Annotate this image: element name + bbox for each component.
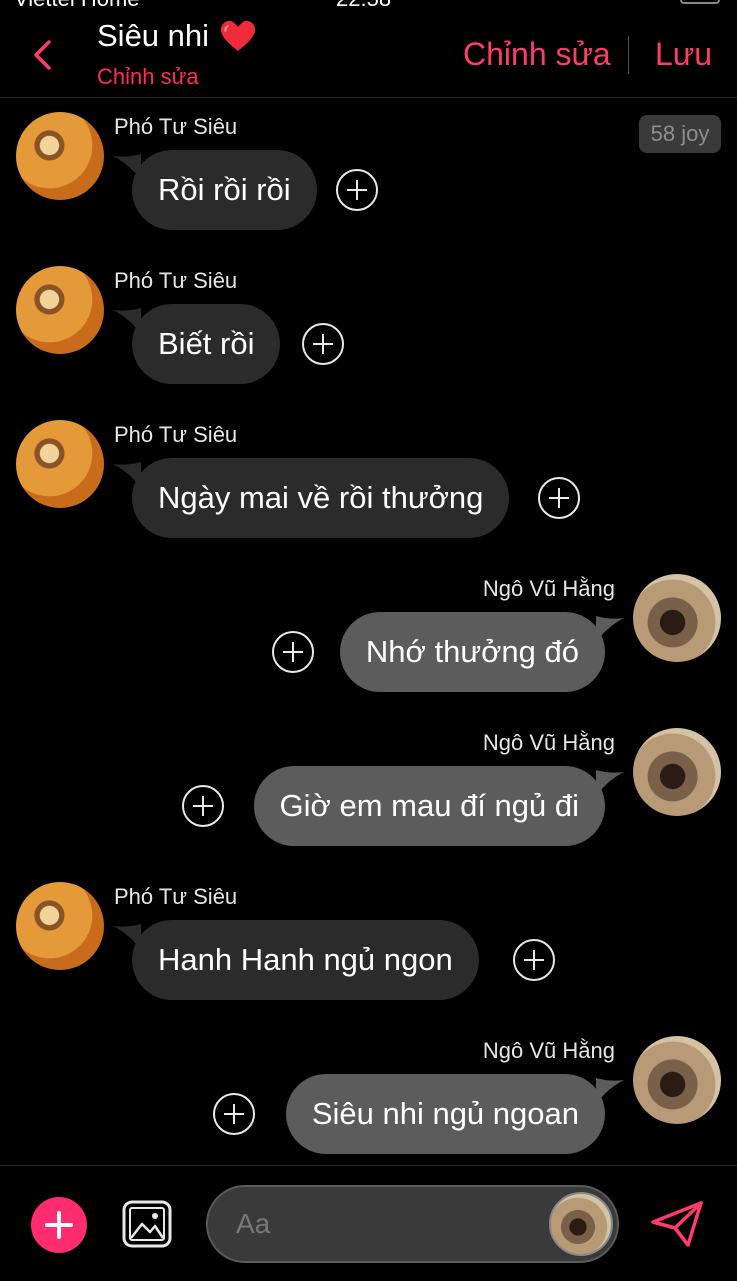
message-bubble[interactable]: Rồi rồi rồi [132,150,317,230]
sender-name: Phó Tư Siêu [114,268,238,293]
save-button[interactable]: Lưu [655,36,712,73]
send-icon[interactable] [650,1200,704,1248]
message-bubble[interactable]: Nhớ thưởng đó [339,612,605,692]
avatar[interactable] [16,882,104,970]
message-bubble[interactable]: Ngày mai về rồi thưởng [132,458,510,538]
heart-icon [220,20,256,51]
plus-circle-icon[interactable] [272,631,314,673]
avatar[interactable] [633,728,721,816]
plus-circle-icon[interactable] [182,785,224,827]
joy-badge[interactable]: 58 joy [639,115,721,153]
message-bubble[interactable]: Giờ em mau đí ngủ đi [253,766,605,846]
gallery-icon[interactable] [122,1200,172,1248]
edit-button[interactable]: Chỉnh sửa [463,36,611,73]
sender-name: Ngô Vũ Hằng [482,576,615,601]
sender-name: Phó Tư Siêu [114,422,238,447]
message-bubble[interactable]: Siêu nhi ngủ ngoan [285,1074,605,1154]
avatar[interactable] [633,574,721,662]
sender-name: Phó Tư Siêu [114,114,238,139]
plus-circle-icon[interactable] [538,477,580,519]
plus-circle-icon[interactable] [336,169,378,211]
add-icon[interactable] [31,1197,87,1253]
header-divider [628,36,629,74]
composer-bar [0,1165,737,1281]
chat-title: Siêu nhi [97,18,210,53]
message-bubble[interactable]: Biết rồi [132,304,281,384]
chat-header: Siêu nhi Chỉnh sửa Chỉnh sửa Lưu [0,0,737,98]
chat-title-row[interactable]: Siêu nhi [97,18,257,54]
message-input-wrapper [206,1185,619,1263]
message-input[interactable] [236,1187,536,1261]
plus-circle-icon[interactable] [213,1093,255,1135]
sender-name: Phó Tư Siêu [114,884,238,909]
avatar[interactable] [16,420,104,508]
chat-subtitle[interactable]: Chỉnh sửa [97,64,199,90]
plus-circle-icon[interactable] [302,323,344,365]
sender-name: Ngô Vũ Hằng [482,730,615,755]
avatar[interactable] [16,266,104,354]
back-chevron-icon[interactable] [28,38,58,72]
sender-name: Ngô Vũ Hằng [482,1038,615,1063]
avatar[interactable] [633,1036,721,1124]
input-avatar[interactable] [549,1192,613,1256]
plus-circle-icon[interactable] [513,939,555,981]
avatar[interactable] [16,112,104,200]
message-bubble[interactable]: Hanh Hanh ngủ ngon [132,920,479,1000]
